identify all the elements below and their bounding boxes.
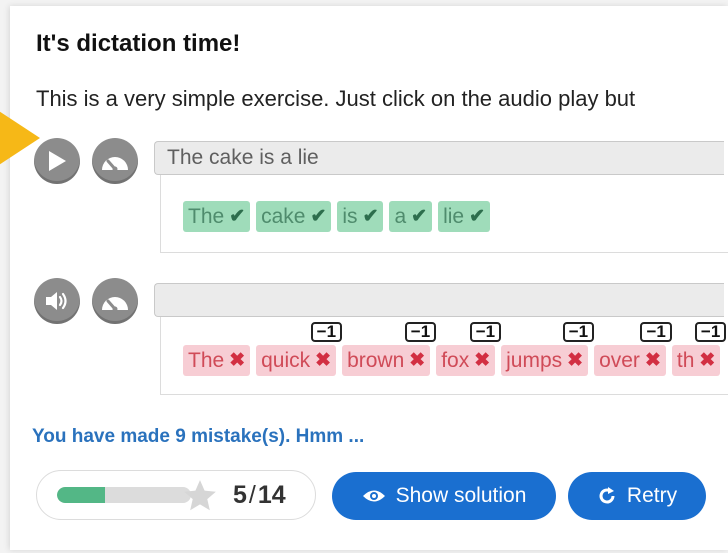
word-text: The (188, 204, 225, 228)
score-separator: / (248, 481, 256, 509)
cross-icon: ✖ (315, 350, 332, 371)
penalty-badge: −1 (640, 322, 672, 342)
retry-label: Retry (626, 484, 678, 507)
score-value: 5/14 (233, 481, 286, 510)
word-chip: The ✔ (183, 201, 251, 232)
gauge-icon (102, 297, 128, 312)
penalty-badge: −1 (562, 322, 595, 342)
cross-icon: ✖ (699, 350, 716, 371)
pointer-arrow (0, 92, 40, 184)
score-progress-fill (57, 487, 106, 503)
penalty-badge: −1 (469, 322, 502, 342)
word-text: a (394, 204, 407, 228)
word-text: th (676, 348, 695, 372)
dictation-feedback-1: The ✔ cake ✔ is ✔ a ✔ lie ✔ (160, 175, 728, 253)
penalty-badge: −1 (404, 322, 437, 342)
check-icon: ✔ (469, 206, 486, 227)
score-max: 14 (257, 481, 286, 509)
dictation-card: It's dictation time! This is a very simp… (10, 6, 728, 550)
word-chip: jumps ✖ −1 (501, 322, 595, 376)
show-solution-button[interactable]: Show solution (332, 472, 556, 520)
gauge-icon (102, 157, 128, 172)
dictation-feedback-2: The ✖ quick ✖ −1 brown ✖ −1 fox ✖ −1 jumps ✖ −1 over ✖ −… (160, 317, 728, 395)
word-text: brown (347, 348, 405, 372)
word-text: fox (441, 348, 470, 372)
word-chip: cake ✔ (256, 201, 332, 232)
play-audio-button[interactable] (34, 278, 80, 324)
word-chip: lie ✔ (438, 201, 491, 232)
score-current: 5 (233, 481, 247, 509)
retry-icon (599, 487, 615, 504)
word-chip: fox ✖ −1 (436, 322, 502, 376)
play-audio-button[interactable] (34, 138, 80, 184)
slow-speed-button[interactable] (92, 138, 138, 184)
check-icon: ✔ (310, 206, 327, 227)
star-icon (184, 480, 216, 511)
retry-button[interactable]: Retry (568, 472, 706, 520)
word-text: lie (443, 204, 465, 228)
exercise-instructions: This is a very simple exercise. Just cli… (36, 86, 636, 111)
cross-icon: ✖ (474, 350, 491, 371)
word-text: is (342, 204, 358, 228)
penalty-badge: −1 (310, 322, 343, 342)
word-chip: quick ✖ −1 (256, 322, 343, 376)
word-text: over (599, 348, 640, 372)
word-chip: over ✖ −1 (594, 322, 672, 376)
slow-speed-button[interactable] (92, 278, 138, 324)
cross-icon: ✖ (229, 350, 246, 371)
check-icon: ✔ (411, 206, 428, 227)
cross-icon: ✖ (409, 350, 426, 371)
speaker-icon (46, 292, 67, 310)
check-icon: ✔ (229, 206, 246, 227)
word-list: The ✖ quick ✖ −1 brown ✖ −1 fox ✖ −1 jumps ✖ −1 over ✖ −… (183, 322, 727, 376)
score-panel: 5/14 (36, 470, 316, 520)
word-chip: brown ✖ −1 (342, 322, 437, 376)
word-chip: th ✖ −1 (671, 322, 727, 376)
word-chip: The ✖ (183, 345, 251, 376)
penalty-badge: −1 (694, 322, 727, 342)
check-icon: ✔ (362, 206, 379, 227)
eye-icon (362, 490, 385, 502)
dictation-answer-input-2[interactable] (154, 283, 724, 317)
word-text: jumps (506, 348, 563, 372)
play-icon (49, 151, 66, 171)
cross-icon: ✖ (644, 350, 661, 371)
word-chip: is ✔ (337, 201, 384, 232)
word-chip: a ✔ (389, 201, 433, 232)
word-text: quick (261, 348, 311, 372)
word-list: The ✔ cake ✔ is ✔ a ✔ lie ✔ (183, 201, 491, 232)
page-title: It's dictation time! (36, 30, 241, 57)
cross-icon: ✖ (567, 350, 584, 371)
score-progress-bar (57, 487, 191, 503)
show-solution-label: Show solution (395, 484, 527, 507)
word-text: cake (261, 204, 306, 228)
mistakes-message: You have made 9 mistake(s). Hmm ... (32, 426, 365, 447)
word-text: The (188, 348, 225, 372)
dictation-answer-input-1[interactable] (154, 141, 724, 175)
